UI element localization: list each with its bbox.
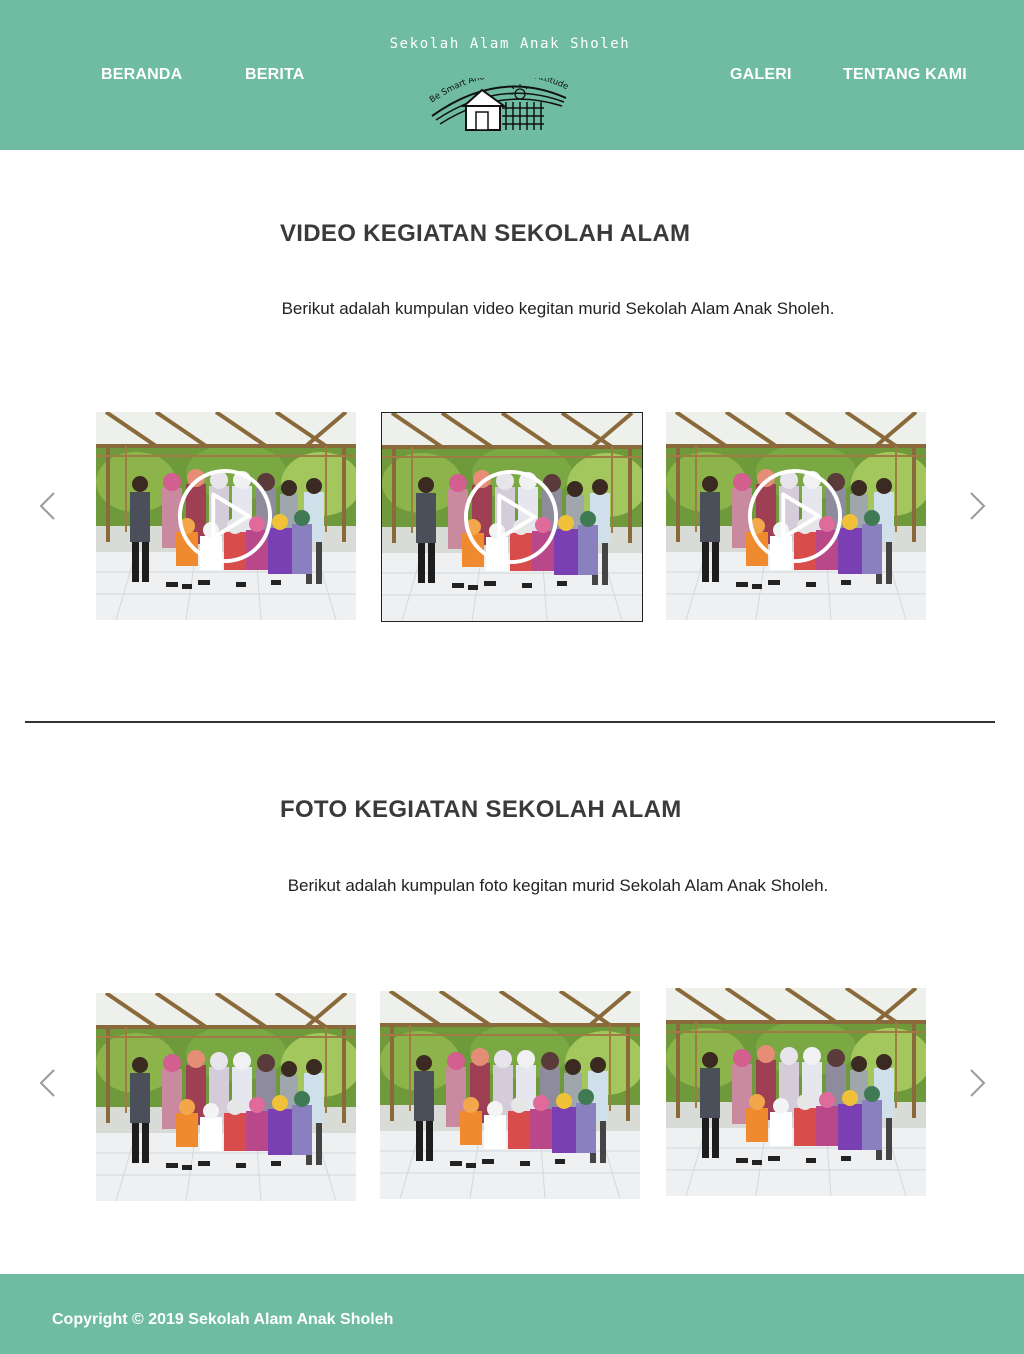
brand-name: Sekolah Alam Anak Sholeh: [389, 36, 631, 52]
video-section-title: VIDEO KEGIATAN SEKOLAH ALAM: [280, 220, 691, 247]
activity-photo: [666, 988, 926, 1196]
nav-berita[interactable]: BERITA: [245, 66, 305, 84]
video-thumbnail-2[interactable]: [381, 412, 643, 622]
foto-section-title: FOTO KEGIATAN SEKOLAH ALAM: [280, 796, 682, 823]
video-carousel-prev-button[interactable]: [37, 489, 59, 523]
nav-tentang-kami[interactable]: TENTANG KAMI: [843, 66, 967, 84]
video-carousel-next-button[interactable]: [966, 489, 988, 523]
play-circle-icon[interactable]: [462, 468, 560, 566]
video-thumbnail-3[interactable]: [666, 412, 926, 620]
video-section-description: Berikut adalah kumpulan video kegitan mu…: [281, 299, 835, 318]
foto-thumbnail-2[interactable]: [380, 991, 640, 1199]
chevron-left-icon: [39, 492, 55, 520]
foto-carousel-prev-button[interactable]: [37, 1066, 59, 1100]
section-divider: [25, 721, 995, 723]
site-footer: Copyright © 2019 Sekolah Alam Anak Shole…: [0, 1274, 1024, 1354]
chevron-left-icon: [39, 1069, 55, 1097]
foto-thumbnail-3[interactable]: [666, 988, 926, 1196]
play-circle-icon[interactable]: [176, 467, 274, 565]
activity-photo: [96, 993, 356, 1201]
foto-carousel-next-button[interactable]: [966, 1066, 988, 1100]
chevron-right-icon: [970, 492, 986, 520]
copyright-text: Copyright © 2019 Sekolah Alam Anak Shole…: [52, 1311, 394, 1328]
play-circle-icon[interactable]: [746, 467, 844, 565]
video-thumbnail-1[interactable]: [96, 412, 356, 620]
activity-photo: [380, 991, 640, 1199]
chevron-right-icon: [970, 1069, 986, 1097]
foto-thumbnail-1[interactable]: [96, 993, 356, 1201]
school-logo[interactable]: Be Smart And Be A Good Attitude: [424, 69, 574, 139]
nav-galeri[interactable]: GALERI: [730, 66, 792, 84]
site-header: BERANDA BERITA Sekolah Alam Anak Sholeh …: [0, 0, 1024, 150]
nav-beranda[interactable]: BERANDA: [101, 66, 182, 84]
foto-section-description: Berikut adalah kumpulan foto kegitan mur…: [287, 876, 829, 895]
